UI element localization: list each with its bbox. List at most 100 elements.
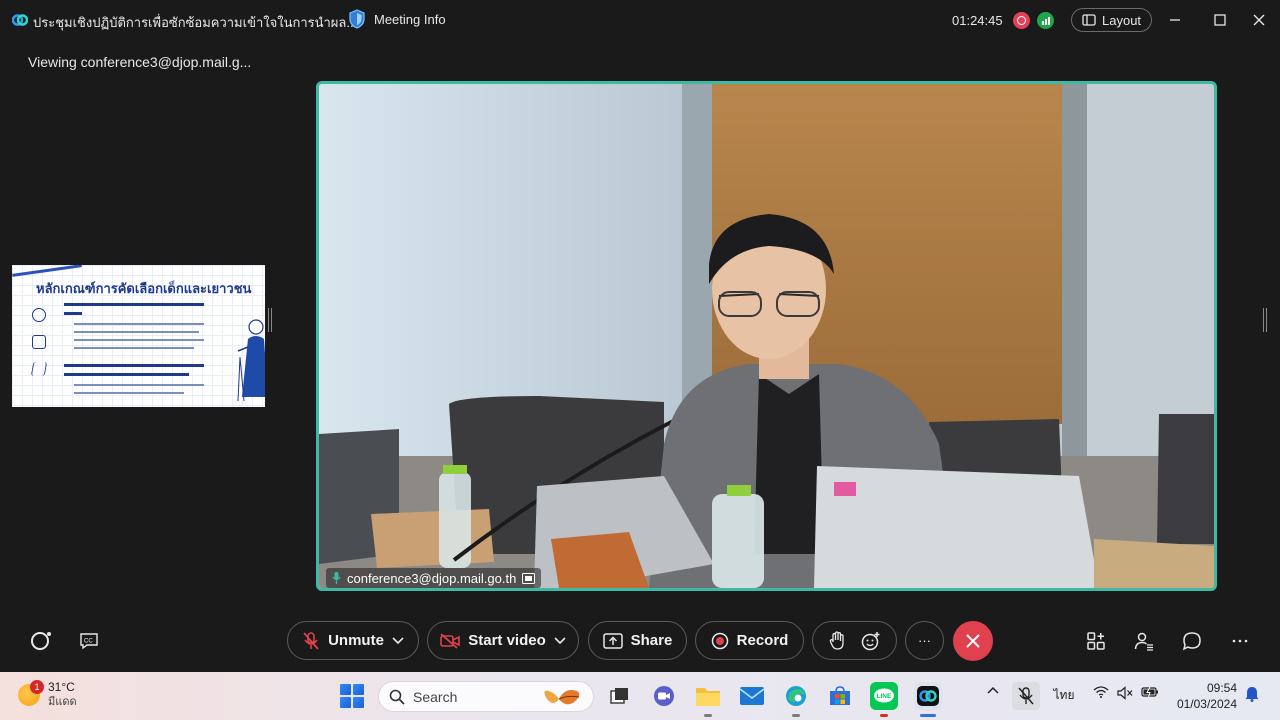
edge-browser-app[interactable] [782, 682, 810, 710]
webex-app[interactable] [914, 682, 942, 710]
svg-text:CC: CC [84, 639, 93, 645]
line-app[interactable]: LINE [870, 682, 898, 710]
participant-name: conference3@djop.mail.go.th [347, 570, 517, 586]
weather-condition: มีแดด [48, 696, 77, 708]
chevron-down-icon[interactable] [554, 636, 566, 645]
meeting-info-button[interactable]: Meeting Info [348, 9, 446, 29]
meet-chat-app[interactable] [650, 682, 678, 710]
network-health-icon[interactable] [1037, 12, 1054, 29]
apps-add-icon [1087, 632, 1105, 650]
closed-captions-icon: CC [80, 633, 98, 650]
start-video-button[interactable]: Start video [427, 621, 579, 660]
mail-app[interactable] [738, 682, 766, 710]
close-icon [966, 634, 980, 648]
left-resize-handle[interactable] [268, 308, 272, 332]
lightbulb-icon [32, 308, 46, 322]
maximize-icon [1214, 14, 1226, 26]
layout-button[interactable]: Layout [1071, 8, 1153, 32]
share-button[interactable]: Share [588, 621, 687, 660]
shared-content-thumbnail[interactable]: หลักเกณฑ์การคัดเลือกเด็กและเยาวชน [12, 265, 265, 407]
volume-button[interactable] [1116, 686, 1134, 700]
person-illustration [237, 319, 265, 402]
more-panels-button[interactable] [1227, 628, 1253, 654]
meeting-title: ประชุมเชิงปฏิบัติการเพื่อซักซ้อมความเข้า… [33, 15, 358, 30]
active-speaker-video[interactable]: conference3@djop.mail.go.th [316, 81, 1217, 591]
share-label: Share [630, 632, 673, 649]
clock-date: 01/03/2024 [1176, 697, 1237, 711]
sun-icon: 1 [18, 680, 44, 706]
more-options-button[interactable]: ··· [905, 621, 944, 660]
minimize-button[interactable] [1164, 9, 1186, 31]
input-language: ไทย [1053, 688, 1075, 702]
meeting-info-label: Meeting Info [374, 11, 446, 27]
recording-status-icon[interactable] [1013, 12, 1030, 29]
task-view-button[interactable] [606, 682, 634, 710]
wifi-icon [1093, 686, 1109, 698]
record-label: Record [736, 632, 789, 649]
microphone-muted-icon [303, 631, 319, 650]
screen-share-indicator-icon [522, 572, 536, 584]
microphone-muted-tray-button[interactable] [1012, 682, 1040, 710]
chevron-down-icon[interactable] [392, 636, 404, 645]
bell-icon [1245, 687, 1259, 702]
microphone-muted-icon [1018, 687, 1034, 705]
raise-hand-icon[interactable] [829, 630, 845, 651]
record-icon [711, 632, 728, 649]
reactions-group [812, 621, 897, 660]
taskbar-clock[interactable]: 09:54 01/03/2024 [1173, 680, 1237, 712]
close-icon [1253, 14, 1265, 26]
volume-muted-icon [1117, 686, 1133, 700]
slide-title: หลักเกณฑ์การคัดเลือกเด็กและเยาวชน [36, 281, 252, 296]
start-video-label: Start video [468, 632, 546, 649]
task-view-icon [610, 688, 628, 704]
video-camera-off-icon [440, 632, 461, 649]
record-button[interactable]: Record [695, 621, 804, 660]
folder-icon [696, 688, 720, 706]
start-button[interactable] [340, 684, 364, 708]
leave-meeting-button[interactable] [953, 621, 993, 661]
maximize-button[interactable] [1209, 9, 1231, 31]
webex-meeting-window: ประชุมเชิงปฏิบัติการเพื่อซักซ้อมความเข้า… [0, 0, 1280, 672]
battery-charging-icon [1141, 686, 1158, 698]
search-highlight-butterfly-icon [544, 689, 580, 704]
closed-captions-button[interactable]: CC [76, 628, 102, 654]
store-bag-icon [830, 686, 850, 705]
backpack-icon [32, 335, 46, 349]
input-language-indicator[interactable]: ไทย [1052, 686, 1076, 705]
notification-badge: 1 [30, 680, 44, 694]
viewing-participant-label: Viewing conference3@djop.mail.g... [28, 54, 252, 70]
show-hidden-icons-button[interactable] [986, 686, 1000, 694]
minimize-icon [1170, 19, 1180, 21]
participants-button[interactable] [1131, 628, 1157, 654]
taskbar-search-box[interactable]: Search [378, 681, 594, 712]
svg-text:LINE: LINE [877, 693, 892, 700]
tripod-icon [30, 362, 48, 376]
video-chat-app-icon [654, 686, 674, 706]
file-explorer-app[interactable] [694, 682, 722, 710]
battery-button[interactable] [1140, 686, 1160, 698]
chat-button[interactable] [1179, 628, 1205, 654]
edge-browser-icon [786, 686, 806, 706]
apps-button[interactable] [1083, 628, 1109, 654]
windows-logo-icon [340, 684, 351, 695]
right-resize-handle[interactable] [1263, 308, 1267, 332]
unmute-button[interactable]: Unmute [287, 621, 419, 660]
wifi-button[interactable] [1092, 686, 1110, 698]
mail-icon [739, 687, 765, 705]
title-bar: ประชุมเชิงปฏิบัติการเพื่อซักซ้อมความเข้า… [0, 0, 1280, 40]
participants-icon [1134, 632, 1153, 651]
search-icon [389, 689, 405, 705]
status-circle-icon [31, 632, 51, 650]
participant-name-tag: conference3@djop.mail.go.th [326, 568, 542, 588]
weather-widget[interactable]: 1 31°C มีแดด [18, 680, 77, 710]
microsoft-store-app[interactable] [826, 682, 854, 710]
add-reaction-icon[interactable] [861, 631, 881, 651]
more-options-label: ··· [918, 633, 931, 648]
status-button[interactable] [28, 628, 54, 654]
weather-temperature: 31°C [48, 680, 75, 694]
close-window-button[interactable] [1248, 9, 1270, 31]
ellipsis-icon [1232, 639, 1248, 643]
layout-label: Layout [1102, 12, 1142, 28]
notifications-button[interactable] [1243, 686, 1261, 702]
windows-taskbar [0, 672, 1280, 720]
